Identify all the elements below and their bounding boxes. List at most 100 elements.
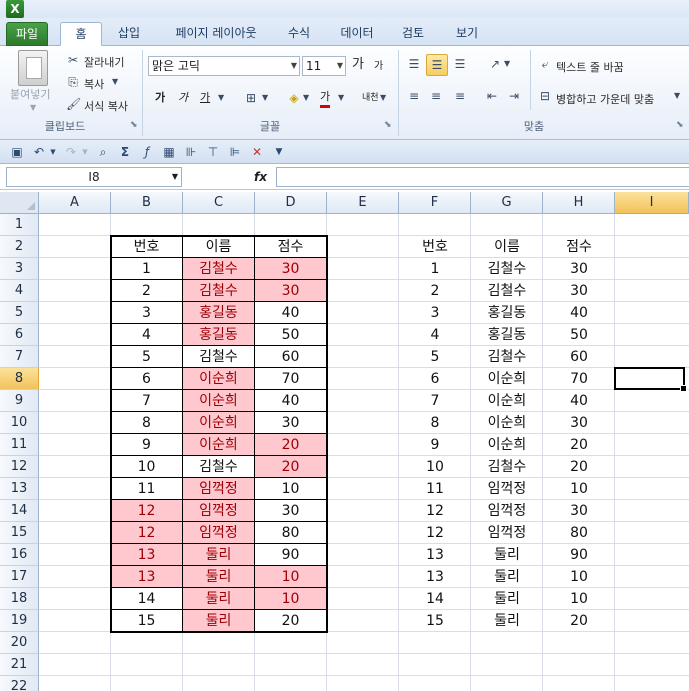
- left-table-cell[interactable]: 둘리: [183, 566, 255, 588]
- undo-dropdown-icon[interactable]: ▼: [48, 142, 58, 162]
- right-table-cell[interactable]: 김철수: [471, 456, 543, 478]
- left-table-cell[interactable]: 김철수: [183, 280, 255, 302]
- left-table-cell[interactable]: 13: [111, 566, 183, 588]
- left-table-cell[interactable]: 이순희: [183, 412, 255, 434]
- clipboard-launcher-icon[interactable]: ⬊: [130, 120, 138, 130]
- right-table-cell[interactable]: 9: [399, 434, 471, 456]
- save-icon[interactable]: ▣: [8, 142, 26, 162]
- name-box[interactable]: I8 ▼: [6, 167, 182, 187]
- border-dropdown-icon[interactable]: ▼: [262, 88, 268, 108]
- underline-button[interactable]: 가: [200, 88, 210, 110]
- column-header-e[interactable]: E: [327, 192, 399, 214]
- row-header-5[interactable]: 5: [0, 302, 39, 324]
- left-table-cell[interactable]: 30: [255, 500, 327, 522]
- left-table-cell[interactable]: 10: [111, 456, 183, 478]
- left-table-cell[interactable]: 이순희: [183, 434, 255, 456]
- insert-column-icon[interactable]: ⊪: [182, 142, 200, 162]
- row-header-4[interactable]: 4: [0, 280, 39, 302]
- tab-file[interactable]: 파일: [6, 22, 48, 46]
- right-table-cell[interactable]: 10: [543, 478, 615, 500]
- right-table-cell[interactable]: 1: [399, 258, 471, 280]
- left-table-cell[interactable]: 9: [111, 434, 183, 456]
- left-table-cell[interactable]: 15: [111, 610, 183, 632]
- right-table-cell[interactable]: 20: [543, 434, 615, 456]
- right-table-cell[interactable]: 김철수: [471, 258, 543, 280]
- row-header-21[interactable]: 21: [0, 654, 39, 676]
- row-header-2[interactable]: 2: [0, 236, 39, 258]
- left-table-cell[interactable]: 5: [111, 346, 183, 368]
- wrap-text-icon[interactable]: ⤶: [536, 54, 554, 74]
- right-table-cell[interactable]: 4: [399, 324, 471, 346]
- right-table-cell[interactable]: 14: [399, 588, 471, 610]
- autosum-icon[interactable]: Σ: [116, 142, 134, 162]
- right-table-cell[interactable]: 12: [399, 500, 471, 522]
- right-table-cell[interactable]: 90: [543, 544, 615, 566]
- left-header-cell[interactable]: 번호: [111, 236, 183, 258]
- right-table-cell[interactable]: 40: [543, 302, 615, 324]
- font-color-dropdown-icon[interactable]: ▼: [338, 88, 344, 108]
- align-left-icon[interactable]: ≡: [404, 86, 424, 106]
- left-table-cell[interactable]: 14: [111, 588, 183, 610]
- tab-view[interactable]: 보기: [446, 22, 488, 46]
- right-table-cell[interactable]: 8: [399, 412, 471, 434]
- left-table-cell[interactable]: 이순희: [183, 390, 255, 412]
- right-table-cell[interactable]: 12: [399, 522, 471, 544]
- left-table-cell[interactable]: 1: [111, 258, 183, 280]
- tab-data[interactable]: 데이터: [332, 22, 382, 46]
- left-table-cell[interactable]: 70: [255, 368, 327, 390]
- right-table-cell[interactable]: 임꺽정: [471, 478, 543, 500]
- row-header-20[interactable]: 20: [0, 632, 39, 654]
- right-table-cell[interactable]: 이순희: [471, 412, 543, 434]
- format-painter-button[interactable]: 서식 복사: [84, 98, 128, 114]
- right-table-cell[interactable]: 5: [399, 346, 471, 368]
- insert-function-button[interactable]: fx: [254, 167, 267, 187]
- row-header-10[interactable]: 10: [0, 412, 39, 434]
- right-table-cell[interactable]: 임꺽정: [471, 522, 543, 544]
- right-table-cell[interactable]: 13: [399, 566, 471, 588]
- left-table-cell[interactable]: 40: [255, 390, 327, 412]
- format-painter-icon[interactable]: 🖌: [66, 94, 81, 114]
- filter-icon[interactable]: ⊤: [204, 142, 222, 162]
- select-all-button[interactable]: [0, 192, 39, 214]
- left-table-cell[interactable]: 6: [111, 368, 183, 390]
- tab-page-layout[interactable]: 페이지 레이아웃: [163, 22, 269, 46]
- left-table-cell[interactable]: 11: [111, 478, 183, 500]
- right-table-cell[interactable]: 임꺽정: [471, 500, 543, 522]
- right-table-cell[interactable]: 2: [399, 280, 471, 302]
- tab-review[interactable]: 검토: [392, 22, 434, 46]
- left-table-cell[interactable]: 둘리: [183, 544, 255, 566]
- left-table-cell[interactable]: 30: [255, 280, 327, 302]
- left-table-cell[interactable]: 임꺽정: [183, 522, 255, 544]
- delete-icon[interactable]: ✕: [248, 142, 266, 162]
- wrap-text-button[interactable]: 텍스트 줄 바꿈: [556, 59, 624, 75]
- right-table-cell[interactable]: 이순희: [471, 434, 543, 456]
- right-table-cell[interactable]: 20: [543, 610, 615, 632]
- insert-function-icon[interactable]: ƒ: [138, 142, 156, 162]
- left-header-cell[interactable]: 이름: [183, 236, 255, 258]
- row-header-22[interactable]: 22: [0, 676, 39, 691]
- bold-button[interactable]: 가: [155, 88, 165, 110]
- left-table-cell[interactable]: 30: [255, 412, 327, 434]
- right-table-cell[interactable]: 40: [543, 390, 615, 412]
- align-center-icon[interactable]: ≡: [426, 86, 446, 106]
- table-icon[interactable]: ▦: [160, 142, 178, 162]
- align-top-icon[interactable]: ☰: [404, 54, 424, 74]
- decrease-indent-icon[interactable]: ⇤: [482, 86, 502, 106]
- left-table-cell[interactable]: 20: [255, 610, 327, 632]
- right-table-cell[interactable]: 30: [543, 412, 615, 434]
- undo-icon[interactable]: ↶: [30, 142, 48, 162]
- row-header-7[interactable]: 7: [0, 346, 39, 368]
- row-header-6[interactable]: 6: [0, 324, 39, 346]
- left-table-cell[interactable]: 이순희: [183, 368, 255, 390]
- right-table-cell[interactable]: 김철수: [471, 280, 543, 302]
- left-table-cell[interactable]: 10: [255, 566, 327, 588]
- fill-dropdown-icon[interactable]: ▼: [303, 88, 309, 108]
- right-table-cell[interactable]: 13: [399, 544, 471, 566]
- right-table-cell[interactable]: 3: [399, 302, 471, 324]
- column-header-d[interactable]: D: [255, 192, 327, 214]
- right-table-cell[interactable]: 70: [543, 368, 615, 390]
- right-table-cell[interactable]: 둘리: [471, 610, 543, 632]
- fill-color-icon[interactable]: ◈: [285, 88, 303, 108]
- font-size-select[interactable]: 11 ▼: [302, 56, 346, 76]
- align-bottom-icon[interactable]: ☰: [450, 54, 470, 74]
